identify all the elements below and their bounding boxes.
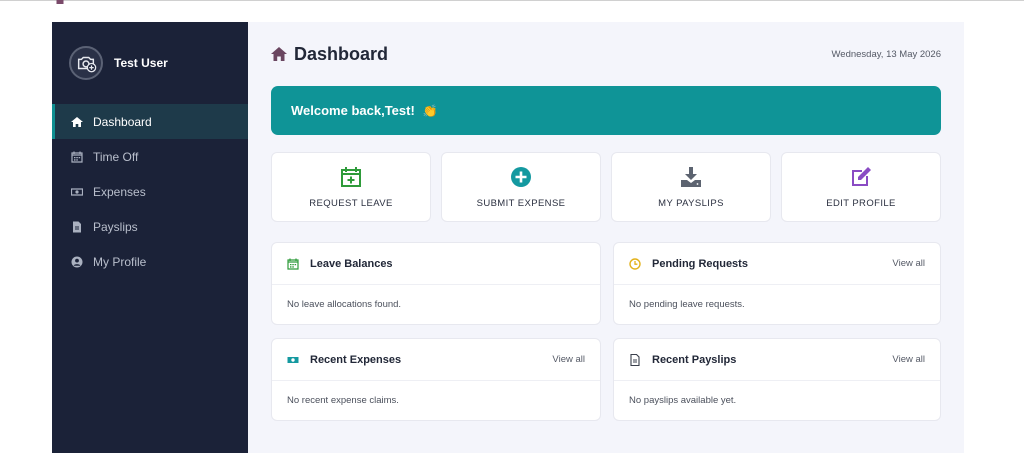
user-circle-icon	[71, 256, 83, 267]
welcome-text: Welcome back,Test!	[291, 103, 415, 118]
clapping-hands-icon: 👏	[422, 103, 438, 118]
card-title: Leave Balances	[287, 258, 393, 270]
top-border	[0, 0, 1024, 1]
sidebar: Test User Dashboard Time Off Expenses Pa…	[52, 22, 248, 453]
sidebar-item-label: Expenses	[93, 184, 146, 199]
card-header: Recent Payslips View all	[614, 339, 940, 381]
page-title: Dashboard	[271, 44, 388, 65]
download-icon	[681, 166, 701, 187]
card-title: Recent Expenses	[287, 354, 401, 366]
action-label: EDIT PROFILE	[826, 197, 896, 209]
view-all-payslips-link[interactable]: View all	[892, 354, 925, 365]
recent-payslips-card: Recent Payslips View all No payslips ava…	[613, 338, 941, 421]
sidebar-item-expenses[interactable]: Expenses	[52, 174, 248, 209]
sidebar-item-dashboard[interactable]: Dashboard	[52, 104, 248, 139]
plus-circle-icon	[511, 166, 531, 187]
dashboard-cards: Leave Balances No leave allocations foun…	[271, 242, 941, 421]
edit-icon	[852, 166, 871, 186]
card-title: Recent Payslips	[629, 353, 737, 366]
home-icon	[71, 116, 83, 127]
sidebar-item-label: Dashboard	[93, 114, 152, 129]
edit-profile-button[interactable]: EDIT PROFILE	[781, 152, 941, 222]
user-profile[interactable]: Test User	[52, 22, 248, 104]
leave-balances-card: Leave Balances No leave allocations foun…	[271, 242, 601, 325]
camera-plus-icon	[77, 56, 97, 73]
document-icon	[630, 353, 640, 366]
card-header: Pending Requests View all	[614, 243, 940, 285]
calendar-icon	[287, 258, 299, 270]
sidebar-item-payslips[interactable]: Payslips	[52, 209, 248, 244]
card-empty-message: No leave allocations found.	[287, 299, 402, 310]
card-empty-message: No pending leave requests.	[629, 299, 745, 310]
card-empty-message: No recent expense claims.	[287, 395, 399, 406]
card-title-text: Leave Balances	[310, 257, 393, 270]
user-name: Test User	[114, 56, 168, 70]
action-label: SUBMIT EXPENSE	[476, 197, 566, 209]
sidebar-item-my-profile[interactable]: My Profile	[52, 244, 248, 279]
calendar-plus-icon	[341, 166, 361, 187]
card-empty-message: No payslips available yet.	[629, 395, 737, 406]
quick-actions: REQUEST LEAVE SUBMIT EXPENSE MY PAYSLIPS	[271, 152, 941, 222]
page-header: Dashboard Wednesday, 13 May 2026	[271, 22, 941, 86]
home-icon	[271, 47, 287, 61]
card-title: Pending Requests	[629, 258, 748, 270]
money-icon	[287, 356, 299, 363]
home-icon	[55, 0, 65, 4]
avatar[interactable]	[69, 46, 103, 80]
calendar-icon	[71, 151, 83, 163]
app-window: Test User Dashboard Time Off Expenses Pa…	[52, 22, 964, 453]
view-all-pending-link[interactable]: View all	[892, 258, 925, 269]
recent-expenses-card: Recent Expenses View all No recent expen…	[271, 338, 601, 421]
action-label: MY PAYSLIPS	[658, 197, 724, 209]
sidebar-item-label: Payslips	[93, 219, 138, 234]
card-header: Recent Expenses View all	[272, 339, 600, 381]
request-leave-button[interactable]: REQUEST LEAVE	[271, 152, 431, 222]
submit-expense-button[interactable]: SUBMIT EXPENSE	[441, 152, 601, 222]
main-content: Dashboard Wednesday, 13 May 2026 Welcome…	[248, 22, 964, 453]
money-icon	[71, 187, 83, 196]
card-title-text: Pending Requests	[652, 257, 748, 270]
welcome-banner: Welcome back,Test! 👏	[271, 86, 941, 135]
clock-icon	[629, 257, 641, 270]
card-header: Leave Balances	[272, 243, 600, 285]
card-title-text: Recent Payslips	[652, 353, 737, 366]
sidebar-item-label: My Profile	[93, 254, 147, 269]
current-date: Wednesday, 13 May 2026	[831, 48, 942, 60]
action-label: REQUEST LEAVE	[309, 197, 393, 209]
my-payslips-button[interactable]: MY PAYSLIPS	[611, 152, 771, 222]
view-all-expenses-link[interactable]: View all	[552, 354, 585, 365]
card-title-text: Recent Expenses	[310, 353, 402, 366]
pending-requests-card: Pending Requests View all No pending lea…	[613, 242, 941, 325]
document-icon	[73, 221, 81, 232]
sidebar-item-time-off[interactable]: Time Off	[52, 139, 248, 174]
sidebar-item-label: Time Off	[93, 149, 139, 164]
page-title-text: Dashboard	[294, 43, 389, 64]
